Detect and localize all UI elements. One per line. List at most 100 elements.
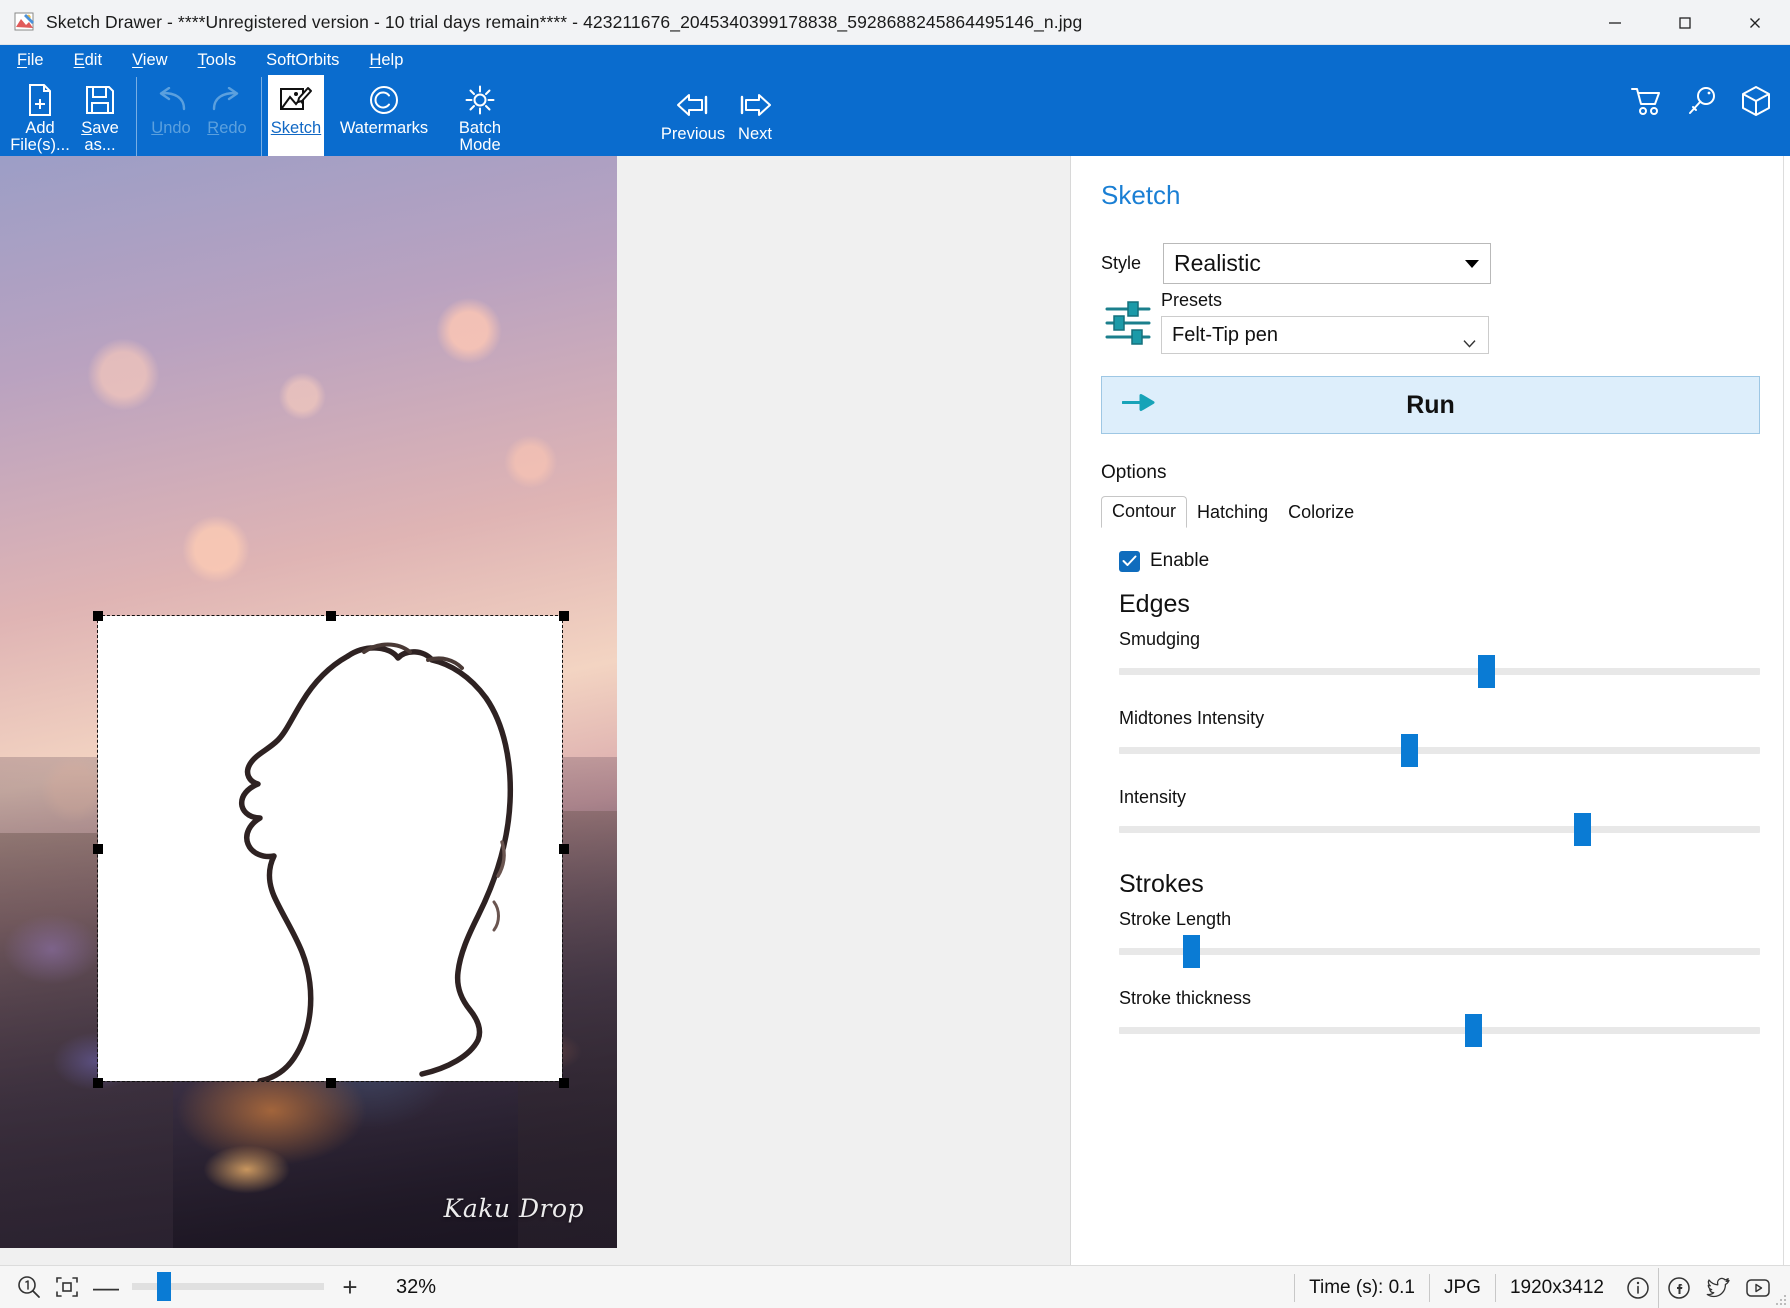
batch-mode-button[interactable]: Batch Mode [444, 75, 516, 156]
file-format-label: JPG [1429, 1273, 1495, 1302]
sketch-options-panel: Sketch Style Realistic Presets Felt-Tip … [1070, 156, 1790, 1265]
ribbon-right-icons [1630, 85, 1772, 122]
zoom-actual-size-icon[interactable] [10, 1268, 48, 1306]
tab-contour[interactable]: Contour [1101, 496, 1188, 528]
redo-label: Redo [207, 119, 247, 137]
zoom-slider[interactable] [132, 1272, 324, 1301]
gear-icon [464, 80, 496, 120]
zoom-out-button[interactable]: — [86, 1268, 126, 1306]
stroke-length-slider-thumb[interactable] [1183, 935, 1201, 968]
add-files-button[interactable]: Add File(s)... [10, 75, 70, 156]
key-icon[interactable] [1686, 86, 1718, 121]
menu-bar: File Edit View Tools SoftOrbits Help [0, 45, 1790, 75]
status-bar-left: — + 32% [0, 1268, 436, 1306]
add-files-label-1: Add [25, 119, 55, 137]
undo-label: Undo [151, 119, 191, 137]
twitter-icon[interactable] [1698, 1268, 1738, 1308]
redo-button: Redo [199, 75, 255, 156]
options-label: Options [1101, 462, 1167, 483]
style-row: Style Realistic [1101, 243, 1790, 284]
menu-view[interactable]: View [129, 50, 170, 71]
intensity-slider-thumb[interactable] [1574, 813, 1592, 846]
info-icon[interactable] [1618, 1268, 1658, 1308]
sketch-label: Sketch [270, 119, 322, 137]
ribbon-buttons: Add File(s)... Save as... Undo Redo Sket… [0, 75, 1790, 156]
menu-help[interactable]: Help [366, 50, 406, 71]
save-as-label-2: as... [84, 136, 116, 154]
next-label: Next [738, 125, 772, 143]
shopping-cart-icon[interactable] [1630, 86, 1664, 121]
save-as-button[interactable]: Save as... [70, 75, 130, 156]
zoom-slider-thumb[interactable] [156, 1272, 171, 1301]
chevron-down-small-icon [1463, 331, 1476, 348]
menu-file[interactable]: File [14, 50, 47, 71]
fit-to-window-icon[interactable] [48, 1268, 86, 1306]
menu-softorbits[interactable]: SoftOrbits [263, 50, 342, 71]
panel-title: Sketch [1101, 180, 1181, 210]
box-icon[interactable] [1740, 85, 1772, 122]
midtones-intensity-label: Midtones Intensity [1119, 708, 1265, 728]
add-file-icon [24, 80, 56, 120]
zoom-in-button[interactable]: + [330, 1268, 370, 1306]
sketch-button[interactable]: Sketch [268, 75, 324, 156]
youtube-icon[interactable] [1738, 1268, 1778, 1308]
undo-icon [154, 80, 188, 120]
stroke-thickness-slider[interactable] [1119, 1014, 1760, 1047]
run-button[interactable]: Run [1101, 376, 1760, 434]
watermarks-label: Watermarks [339, 119, 429, 137]
redo-icon [210, 80, 244, 120]
watermarks-button[interactable]: Watermarks [324, 75, 444, 156]
save-as-label-1: Save [81, 119, 119, 137]
enable-checkbox-row[interactable]: Enable [1119, 550, 1790, 572]
facebook-icon[interactable] [1658, 1267, 1698, 1308]
style-select[interactable]: Realistic [1163, 243, 1491, 284]
tab-hatching[interactable]: Hatching [1187, 498, 1278, 528]
midtones-intensity-slider-track [1119, 747, 1760, 754]
stroke-thickness-slider-track [1119, 1027, 1760, 1034]
midtones-intensity-slider-thumb[interactable] [1401, 734, 1419, 767]
style-value: Realistic [1174, 250, 1261, 276]
status-bar-right: Time (s): 0.1 JPG 1920x3412 [1294, 1266, 1778, 1308]
arrow-right-icon [736, 85, 774, 125]
intensity-slider-track [1119, 826, 1760, 833]
ribbon-toolbar: File Edit View Tools SoftOrbits Help Add… [0, 45, 1790, 156]
zoom-percent-label: 32% [396, 1275, 437, 1298]
add-files-label-2: File(s)... [10, 136, 70, 154]
sketch-result [98, 616, 562, 1084]
presets-select[interactable]: Felt-Tip pen [1161, 316, 1489, 354]
style-label: Style [1101, 253, 1142, 273]
stroke-length-slider[interactable] [1119, 935, 1760, 968]
face-contour-drawing [238, 642, 514, 1084]
sketch-icon [279, 80, 313, 120]
copyright-icon [368, 80, 400, 120]
stroke-thickness-slider-thumb[interactable] [1465, 1014, 1483, 1047]
panel-scrollbar[interactable] [1783, 156, 1790, 1265]
window-title: Sketch Drawer - ****Unregistered version… [46, 11, 1083, 32]
minimize-button[interactable] [1580, 0, 1650, 45]
menu-edit[interactable]: Edit [71, 50, 105, 71]
image-canvas[interactable]: Kaku Drop [0, 156, 1070, 1265]
ribbon-separator-1 [136, 77, 137, 156]
enable-checkbox[interactable] [1119, 550, 1140, 572]
chevron-down-icon [1465, 259, 1479, 268]
tab-colorize[interactable]: Colorize [1278, 498, 1364, 528]
window-controls [1580, 0, 1790, 45]
undo-button: Undo [143, 75, 199, 156]
intensity-slider[interactable] [1119, 813, 1760, 846]
smudging-slider-thumb[interactable] [1477, 655, 1495, 688]
maximize-button[interactable] [1650, 0, 1720, 45]
status-bar: — + 32% Time (s): 0.1 JPG 1920x3412 [0, 1265, 1790, 1308]
presets-value: Felt-Tip pen [1172, 323, 1278, 346]
title-bar: Sketch Drawer - ****Unregistered version… [0, 0, 1790, 45]
stroke-length-label: Stroke Length [1119, 909, 1232, 929]
menu-tools[interactable]: Tools [195, 50, 240, 71]
presets-row: Presets Felt-Tip pen [1101, 290, 1790, 354]
midtones-intensity-slider[interactable] [1119, 734, 1760, 767]
smudging-slider[interactable] [1119, 655, 1760, 688]
previous-button[interactable]: Previous [661, 75, 725, 156]
next-button[interactable]: Next [724, 75, 786, 156]
close-button[interactable] [1720, 0, 1790, 45]
stroke-length-slider-track [1119, 948, 1760, 955]
image-dimensions-label: 1920x3412 [1494, 1273, 1618, 1302]
resize-grip[interactable] [1775, 1293, 1787, 1305]
